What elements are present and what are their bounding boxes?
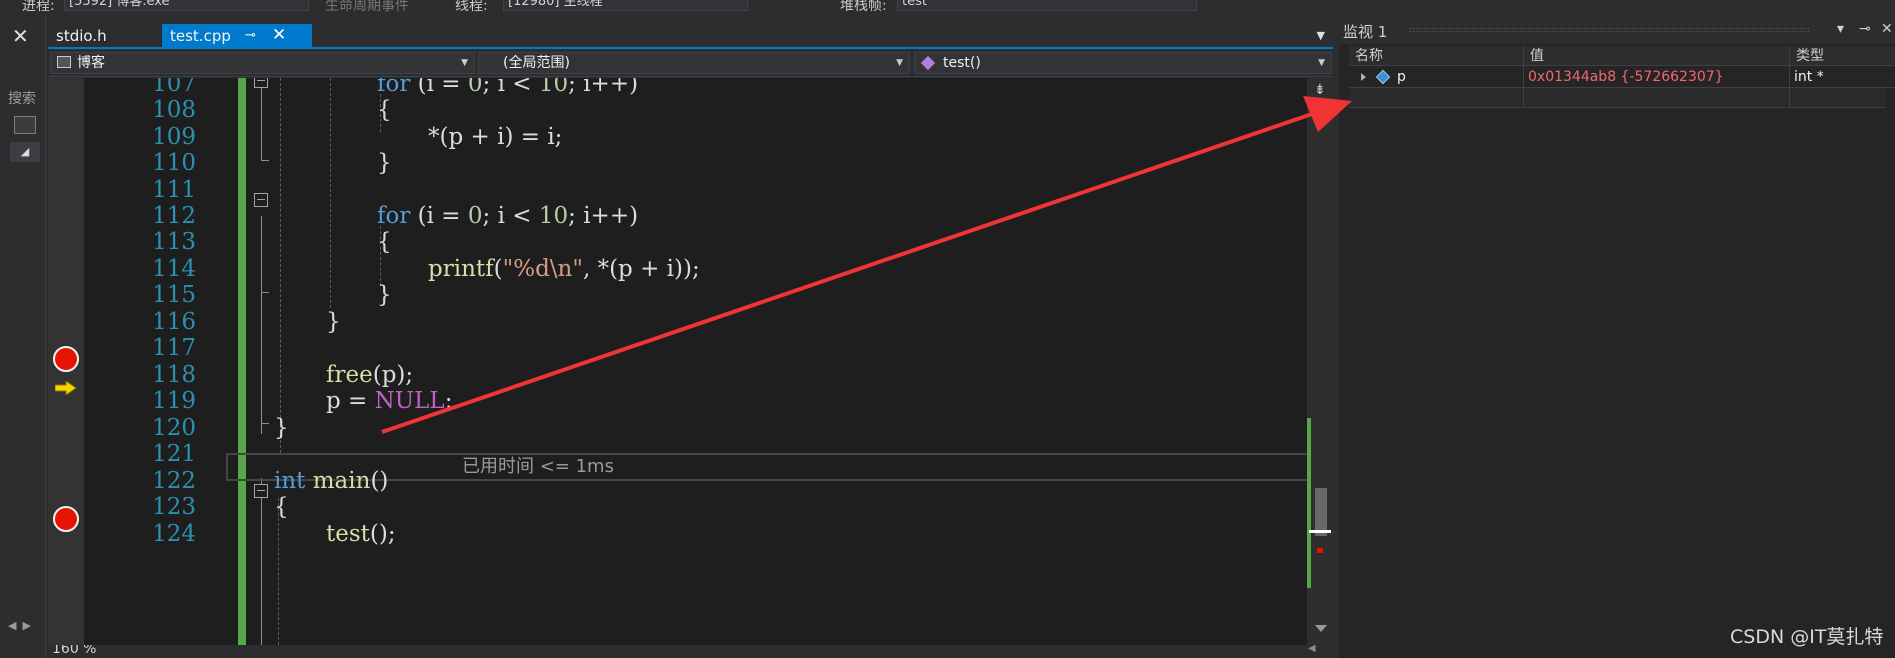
close-tab-icon[interactable]: ✕	[272, 23, 286, 47]
pin-icon[interactable]: ⊸	[1859, 21, 1871, 37]
caret-position-marker	[1309, 530, 1331, 533]
editor-scrollbar[interactable]: ⇟	[1307, 78, 1333, 645]
project-dropdown[interactable]: 博客 ▼	[50, 52, 475, 74]
indent-guide	[280, 78, 281, 453]
code-line: {	[377, 97, 392, 123]
split-window-icon[interactable]: ⇟	[1314, 82, 1326, 98]
close-icon[interactable]: ✕	[1881, 21, 1893, 37]
tab-label: stdio.h	[56, 27, 107, 45]
column-header-value[interactable]: 值	[1523, 46, 1789, 66]
code-line: test();	[326, 521, 396, 547]
thread-select[interactable]: [12980] 主线程	[503, 0, 748, 11]
change-marker	[1307, 418, 1311, 588]
process-label: 进程:	[22, 0, 55, 14]
outline-guide	[261, 160, 269, 161]
collapse-icon[interactable]	[254, 78, 268, 88]
code-line: printf("%d\n", *(p + i));	[428, 256, 700, 282]
watch-type: int *	[1789, 66, 1895, 88]
watch-title: 监视 1	[1343, 23, 1388, 41]
document-tabs: stdio.h test.cpp ⊸ ✕ ▼	[48, 24, 1333, 48]
thread-label: 线程:	[455, 0, 488, 14]
code-line: {	[274, 494, 289, 520]
tab-list-dropdown-icon[interactable]: ▼	[1317, 24, 1325, 48]
scroll-up-icon[interactable]	[1315, 102, 1327, 109]
code-line: for (i = 0; i < 10; i++)	[377, 203, 639, 229]
watch-name: p	[1397, 69, 1406, 85]
project-icon	[57, 56, 71, 68]
code-line: }	[326, 309, 341, 335]
code-line: }	[377, 150, 392, 176]
code-line: }	[377, 282, 392, 308]
scope-dropdown[interactable]: (全局范围) ▼	[478, 52, 910, 74]
outline-guide	[261, 322, 262, 434]
debug-toolbar: 进程: [5592] 博客.exe 生命周期事件 线程: [12980] 主线程…	[0, 0, 1895, 16]
stack-frame-select[interactable]: test	[897, 0, 1197, 11]
outline-guide	[261, 292, 269, 293]
left-tool-strip: ✕ 搜索 ◢ ◀▶	[0, 16, 46, 658]
column-divider	[1789, 88, 1790, 108]
close-icon[interactable]: ✕	[12, 24, 29, 48]
tab-stdio-h[interactable]: stdio.h	[48, 24, 163, 48]
title-grip	[1409, 28, 1809, 32]
watermark: CSDN @IT莫扎特	[1730, 626, 1884, 648]
navigation-bar: 博客 ▼ (全局范围) ▼ test() ▼	[48, 49, 1333, 77]
watch-row[interactable]: p 0x01344ab8 {-572662307} int *	[1349, 66, 1895, 88]
code-line: }	[274, 415, 289, 441]
member-name: test()	[943, 55, 981, 71]
scroll-arrows-icon[interactable]: ◀▶	[8, 619, 37, 632]
collapse-icon[interactable]	[254, 484, 268, 498]
code-line: p = NULL;	[326, 388, 453, 414]
window-menu-icon[interactable]: ▾	[1837, 21, 1844, 37]
expand-icon[interactable]	[1361, 73, 1366, 81]
code-editor[interactable]: 107 108 109 110 111 112 113 114 115 116 …	[48, 78, 1333, 645]
member-dropdown[interactable]: test() ▼	[914, 52, 1332, 74]
outline-guide	[261, 423, 269, 424]
project-name: 博客	[77, 55, 105, 71]
chevron-down-icon: ▼	[1318, 58, 1325, 68]
process-select[interactable]: [5592] 博客.exe	[64, 0, 309, 11]
code-area[interactable]: for (i = 0; i < 10; i++) { *(p + i) = i;…	[48, 78, 1322, 645]
code-line: {	[377, 229, 392, 255]
stack-frame-label: 堆栈帧:	[840, 0, 887, 14]
column-header-name[interactable]: 名称	[1349, 46, 1523, 66]
scroll-left-icon[interactable]: ◀	[1308, 645, 1316, 654]
collapse-arrow-icon[interactable]: ◢	[10, 142, 40, 162]
scroll-down-icon[interactable]	[1315, 625, 1327, 632]
chevron-down-icon: ▼	[461, 58, 468, 68]
solution-explorer-icon[interactable]	[14, 116, 36, 134]
editor-status-bar: 160 % ◀	[48, 645, 1333, 658]
scrollbar-thumb[interactable]	[1315, 488, 1327, 536]
collapse-icon[interactable]	[254, 193, 268, 207]
watch-window: 监视 1 ▾ ⊸ ✕ 名称 值 类型 p 0x01344ab8 {-572662…	[1339, 16, 1895, 658]
outline-guide	[261, 216, 262, 322]
code-line: for (i = 0; i < 10; i++)	[377, 78, 639, 97]
column-divider	[1523, 88, 1524, 108]
indent-guide	[330, 78, 331, 308]
pin-icon[interactable]: ⊸	[245, 24, 256, 48]
elapsed-time-hint: 已用时间 <= 1ms	[462, 456, 614, 477]
variable-icon	[1375, 69, 1391, 85]
method-icon	[920, 55, 936, 71]
outline-guide	[261, 78, 262, 160]
outline-guide	[261, 483, 262, 645]
column-header-type[interactable]: 类型	[1789, 46, 1895, 66]
scope-name: (全局范围)	[503, 55, 570, 71]
lifecycle-events-button[interactable]: 生命周期事件	[325, 0, 409, 15]
watch-column-headers: 名称 值 类型	[1349, 46, 1895, 66]
code-line: *(p + i) = i;	[428, 124, 563, 150]
search-label[interactable]: 搜索	[8, 88, 36, 108]
zoom-level-dropdown[interactable]: 160 %	[52, 645, 96, 657]
current-line-highlight	[226, 453, 1322, 481]
tab-label: test.cpp	[170, 27, 231, 45]
breakpoint-marker	[1317, 548, 1323, 553]
chevron-down-icon: ▼	[896, 58, 903, 68]
code-line: int main()	[274, 468, 389, 494]
add-watch-row[interactable]	[1349, 88, 1885, 108]
watch-title-bar: 监视 1 ▾ ⊸ ✕	[1339, 16, 1895, 44]
tab-test-cpp[interactable]: test.cpp ⊸ ✕	[162, 24, 312, 48]
watch-value[interactable]: 0x01344ab8 {-572662307}	[1523, 66, 1789, 88]
